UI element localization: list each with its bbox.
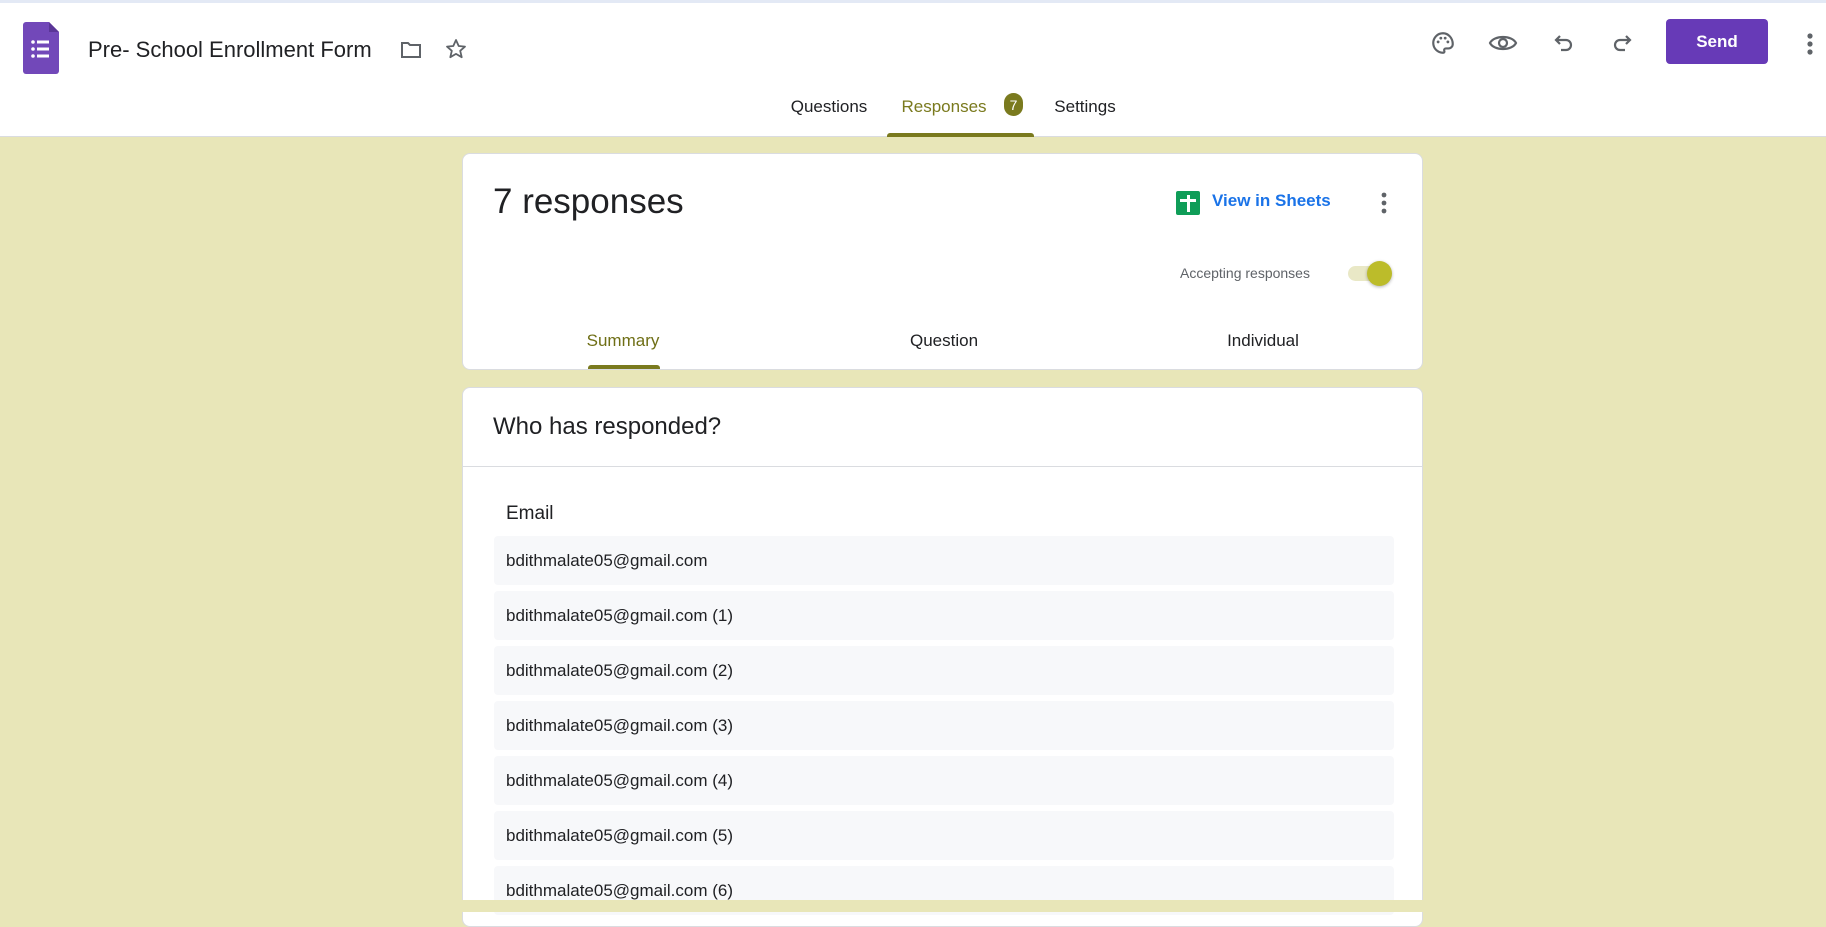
sheets-icon[interactable]: [1176, 191, 1200, 215]
star-icon[interactable]: [443, 36, 469, 62]
subtab-question[interactable]: Question: [910, 331, 978, 351]
email-row[interactable]: bdithmalate05@gmail.com: [494, 536, 1394, 585]
subtab-summary[interactable]: Summary: [587, 331, 660, 351]
section-title: Who has responded?: [493, 413, 722, 440]
who-responded-card: Who has responded? Email bdithmalate05@g…: [462, 387, 1423, 927]
tab-questions[interactable]: Questions: [791, 97, 868, 117]
tab-bar: Questions Responses 7 Settings: [0, 93, 1826, 137]
active-subtab-indicator: [588, 365, 660, 369]
eye-icon[interactable]: [1488, 29, 1518, 57]
page-background-bottom: [0, 900, 1826, 912]
email-column-header: Email: [506, 503, 554, 524]
email-row[interactable]: bdithmalate05@gmail.com (2): [494, 646, 1394, 695]
toggle-knob[interactable]: [1367, 261, 1392, 286]
subtab-individual[interactable]: Individual: [1227, 331, 1299, 351]
view-in-sheets-link[interactable]: View in Sheets: [1212, 191, 1331, 211]
divider: [463, 466, 1422, 467]
active-tab-indicator: [887, 133, 1034, 137]
send-button[interactable]: Send: [1666, 19, 1768, 64]
folder-icon[interactable]: [398, 37, 424, 63]
response-count: 7 responses: [493, 182, 684, 221]
more-options-icon[interactable]: [1378, 190, 1390, 216]
email-row[interactable]: bdithmalate05@gmail.com (4): [494, 756, 1394, 805]
app-header: Pre- School Enrollment Form Send Questio…: [0, 3, 1826, 137]
email-row[interactable]: bdithmalate05@gmail.com (5): [494, 811, 1394, 860]
responses-count-badge: 7: [1004, 93, 1023, 116]
more-vert-icon[interactable]: [1800, 31, 1820, 57]
undo-icon[interactable]: [1550, 29, 1578, 57]
form-title[interactable]: Pre- School Enrollment Form: [88, 37, 372, 63]
forms-logo-icon[interactable]: [23, 22, 59, 74]
email-row[interactable]: bdithmalate05@gmail.com (3): [494, 701, 1394, 750]
tab-settings[interactable]: Settings: [1054, 97, 1115, 117]
accepting-responses-label: Accepting responses: [1180, 265, 1310, 281]
email-row[interactable]: bdithmalate05@gmail.com (1): [494, 591, 1394, 640]
palette-icon[interactable]: [1429, 29, 1457, 57]
tab-responses[interactable]: Responses: [901, 97, 986, 117]
responses-summary-card: 7 responses View in Sheets Accepting res…: [462, 153, 1423, 370]
redo-icon[interactable]: [1608, 29, 1636, 57]
